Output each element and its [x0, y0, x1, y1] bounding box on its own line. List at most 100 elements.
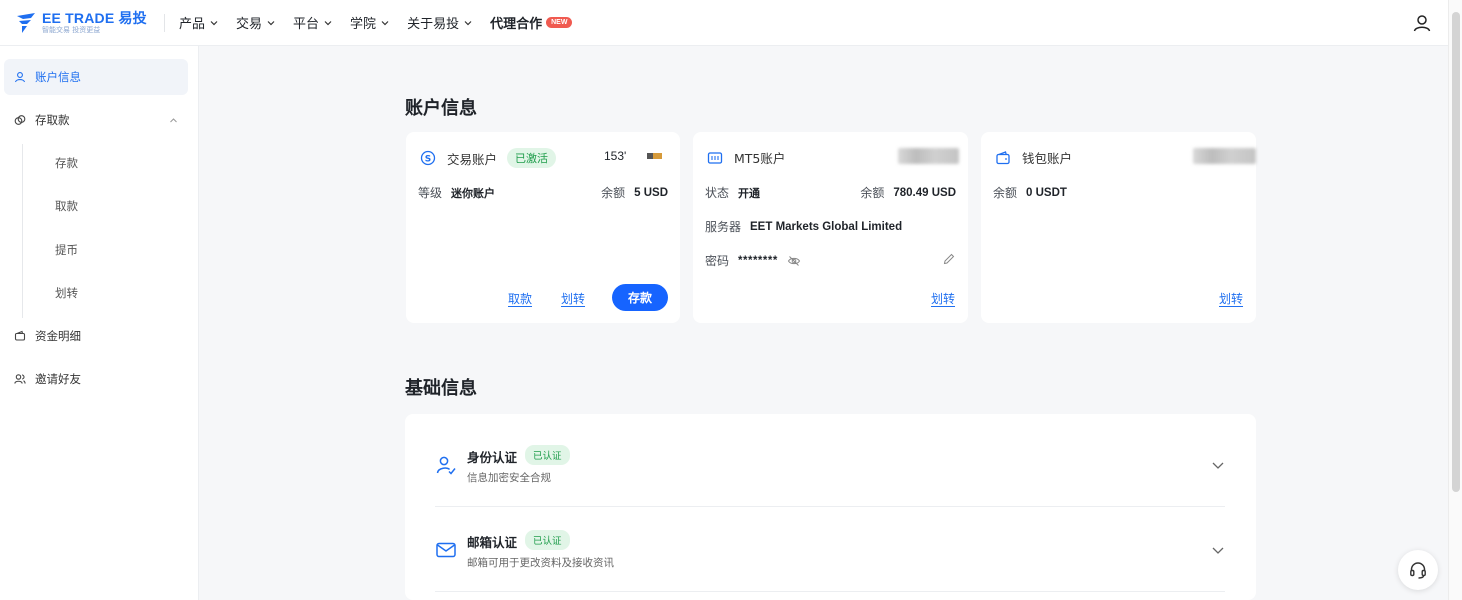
main-nav: 产品 交易 平台 学院 关于易投 代理合作 NEW: [179, 13, 573, 32]
customer-support-button[interactable]: [1398, 550, 1438, 590]
card-header: 钱包账户: [995, 148, 1072, 167]
scrollbar-thumb[interactable]: [1452, 12, 1460, 492]
sidebar-item-label: 邀请好友: [35, 372, 81, 386]
balance-row: 余额 0 USDT: [993, 184, 1067, 201]
id-verify-icon: [436, 456, 456, 475]
brand-tagline: 智能交易 投资更益: [42, 26, 101, 34]
sidebar-subitem-transfer[interactable]: 划转: [4, 275, 188, 311]
deposit-button[interactable]: 存款: [612, 284, 668, 311]
brand-logo[interactable]: EE TRADE 易投 智能交易 投资更益: [16, 11, 156, 34]
headset-icon: [1410, 562, 1426, 579]
sidebar-item-deposit-withdraw[interactable]: 存取款: [4, 102, 188, 138]
nav-item-partner[interactable]: 代理合作 NEW: [490, 13, 573, 32]
withdraw-link[interactable]: 取款: [508, 290, 532, 307]
chevron-down-icon: [267, 20, 275, 25]
nav-item-label: 交易: [236, 17, 263, 32]
balance-value: 780.49 USD: [893, 186, 956, 199]
masked-wallet-address: [1193, 148, 1256, 164]
password-label: 密码: [705, 254, 730, 268]
transfer-link[interactable]: 划转: [1219, 290, 1243, 307]
wallet-account-card: 钱包账户 余额 0 USDT 划转: [981, 132, 1256, 323]
sidebar-subitem-crypto-withdraw[interactable]: 提币: [4, 232, 188, 268]
level-value: 迷你账户: [451, 186, 496, 200]
trading-account-card: S 交易账户 已激活 153' 等级 迷你账户 余额 5 USD 取款 划转 存…: [406, 132, 680, 323]
status-value: 开通: [738, 186, 761, 200]
status-badge: 已激活: [507, 148, 557, 168]
page-scrollbar[interactable]: [1448, 0, 1462, 600]
row-description: 信息加密安全合规: [467, 472, 551, 484]
sidebar-item-label: 资金明细: [35, 329, 81, 343]
brand-name: EE TRADE 易投: [42, 10, 147, 26]
status-label: 状态: [705, 186, 730, 200]
sidebar-subitem-deposit[interactable]: 存款: [4, 145, 188, 181]
sidebar-item-account-info[interactable]: 账户信息: [4, 59, 188, 95]
basic-section-title: 基础信息: [405, 378, 477, 399]
balance-label: 余额: [993, 186, 1018, 200]
nav-item-label: 关于易投: [407, 17, 460, 32]
chevron-down-icon: [1212, 547, 1224, 554]
card-title: 钱包账户: [1022, 151, 1073, 166]
status-row: 状态 开通: [705, 184, 760, 201]
svg-text:S: S: [425, 155, 431, 165]
top-navigation: EE TRADE 易投 智能交易 投资更益 产品 交易 平台 学院 关于易投 代…: [0, 0, 1448, 46]
nav-item-products[interactable]: 产品: [179, 13, 218, 32]
masked-account-number: [898, 148, 959, 164]
balance-label: 余额: [601, 186, 626, 200]
mt5-account-card: MT5账户 状态 开通 余额 780.49 USD 服务器 EET Market…: [693, 132, 968, 323]
exchange-icon: [14, 115, 26, 125]
card-title: MT5账户: [734, 151, 786, 166]
chevron-down-icon: [464, 20, 472, 25]
transfer-link[interactable]: 划转: [931, 290, 955, 307]
account-type-swatch: [653, 153, 662, 159]
sidebar-item-label: 账户信息: [35, 70, 81, 84]
mt5-icon: [707, 151, 723, 164]
row-title: 身份认证: [467, 450, 518, 465]
verified-badge: 已认证: [525, 445, 570, 465]
chevron-up-icon: [170, 118, 177, 123]
nav-item-label: 代理合作: [490, 17, 543, 32]
level-label: 等级: [418, 186, 443, 200]
server-label: 服务器: [705, 220, 742, 234]
card-header: S 交易账户 已激活: [420, 148, 557, 168]
nav-item-academy[interactable]: 学院: [350, 13, 389, 32]
card-title: 交易账户: [447, 151, 498, 167]
account-section-title: 账户信息: [405, 98, 477, 119]
users-icon: [14, 374, 26, 384]
user-icon[interactable]: [1412, 13, 1432, 33]
transfer-link[interactable]: 划转: [561, 290, 585, 307]
chevron-down-icon: [381, 20, 389, 25]
wallet-icon: [996, 150, 1010, 164]
nav-item-trade[interactable]: 交易: [236, 13, 275, 32]
balance-row: 余额 780.49 USD: [860, 184, 956, 201]
row-description: 邮箱可用于更改资料及接收资讯: [467, 557, 614, 569]
sidebar-subitem-withdraw[interactable]: 取款: [4, 188, 188, 224]
dollar-circle-icon: S: [420, 150, 436, 166]
balance-value: 0 USDT: [1026, 186, 1067, 199]
sidebar-item-invite[interactable]: 邀请好友: [4, 361, 188, 397]
new-badge: NEW: [546, 17, 573, 28]
nav-item-platform[interactable]: 平台: [293, 13, 332, 32]
chevron-down-icon: [1212, 462, 1224, 469]
wallet-icon: [14, 330, 26, 341]
email-verification-row[interactable]: 邮箱认证 已认证 邮箱可用于更改资料及接收资讯: [435, 507, 1225, 592]
nav-item-about[interactable]: 关于易投: [407, 13, 472, 32]
user-icon: [14, 72, 26, 83]
nav-item-label: 学院: [350, 17, 377, 32]
chevron-down-icon: [324, 20, 332, 25]
sidebar: 账户信息 存取款 存款 取款 提币 划转 资金明细 邀请好友: [0, 46, 199, 600]
server-row: 服务器 EET Markets Global Limited: [705, 218, 902, 235]
sidebar-item-label: 存取款: [35, 113, 70, 127]
basic-info-panel: 身份认证 已认证 信息加密安全合规 邮箱认证 已认证 邮箱可用于更改资料及接收资…: [405, 414, 1256, 600]
sidebar-item-fund-details[interactable]: 资金明细: [4, 318, 188, 354]
server-value: EET Markets Global Limited: [750, 220, 903, 233]
balance-row: 余额 5 USD: [601, 184, 668, 201]
pencil-icon[interactable]: [942, 252, 956, 266]
brand-logo-icon: [17, 12, 35, 33]
identity-verification-row[interactable]: 身份认证 已认证 信息加密安全合规: [435, 422, 1225, 507]
nav-item-label: 平台: [293, 17, 320, 32]
level-row: 等级 迷你账户: [418, 184, 495, 201]
balance-value: 5 USD: [634, 186, 668, 199]
account-number: 153': [604, 149, 627, 163]
eye-off-icon[interactable]: [787, 254, 801, 268]
chevron-down-icon: [210, 20, 218, 25]
